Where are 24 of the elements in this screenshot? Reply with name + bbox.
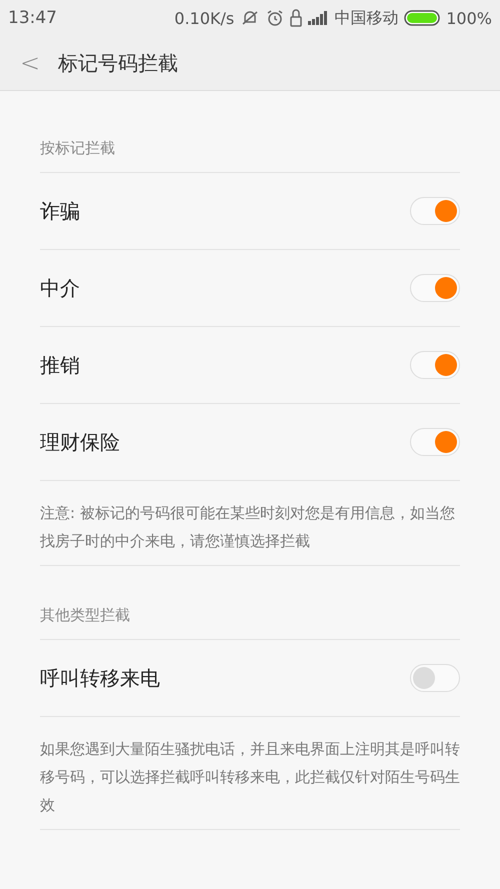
- battery-icon: [404, 10, 440, 26]
- setting-label: 中介: [40, 274, 80, 302]
- setting-label: 推销: [40, 352, 80, 378]
- page-title: 标记号码拦截: [58, 50, 178, 76]
- section-title: 其他类型拦截: [40, 606, 460, 640]
- clock-time: 13:47: [8, 8, 57, 28]
- toggle-switch[interactable]: [410, 274, 460, 302]
- network-speed: 0.10K/s: [174, 8, 234, 28]
- lock-icon: [290, 9, 302, 27]
- setting-label: 诈骗: [40, 198, 80, 224]
- toggle-switch[interactable]: [410, 664, 460, 692]
- toggle-switch[interactable]: [410, 351, 460, 379]
- section-title: 按标记拦截: [40, 139, 460, 173]
- alarm-clock-icon: [266, 9, 284, 27]
- setting-label: 呼叫转移来电: [40, 664, 160, 692]
- back-button[interactable]: <: [0, 49, 52, 77]
- note-text: 注意: 被标记的号码很可能在某些时刻对您是有用信息，如当您找房子时的中介来电，请您谨慎选择拦截: [40, 481, 460, 566]
- signal-icon: [308, 11, 328, 25]
- carrier-name: 中国移动: [334, 8, 398, 28]
- note-text: 如果您遇到大量陌生骚扰电话，并且来电界面上注明其是呼叫转移号码，可以选择拦截呼叫转移来电，此拦截仅针对陌生号码生效: [40, 717, 460, 830]
- setting-label: 理财保险: [40, 428, 120, 456]
- toggle-switch[interactable]: [410, 428, 460, 456]
- toggle-switch[interactable]: [410, 197, 460, 225]
- battery-percent: 100%: [446, 8, 492, 28]
